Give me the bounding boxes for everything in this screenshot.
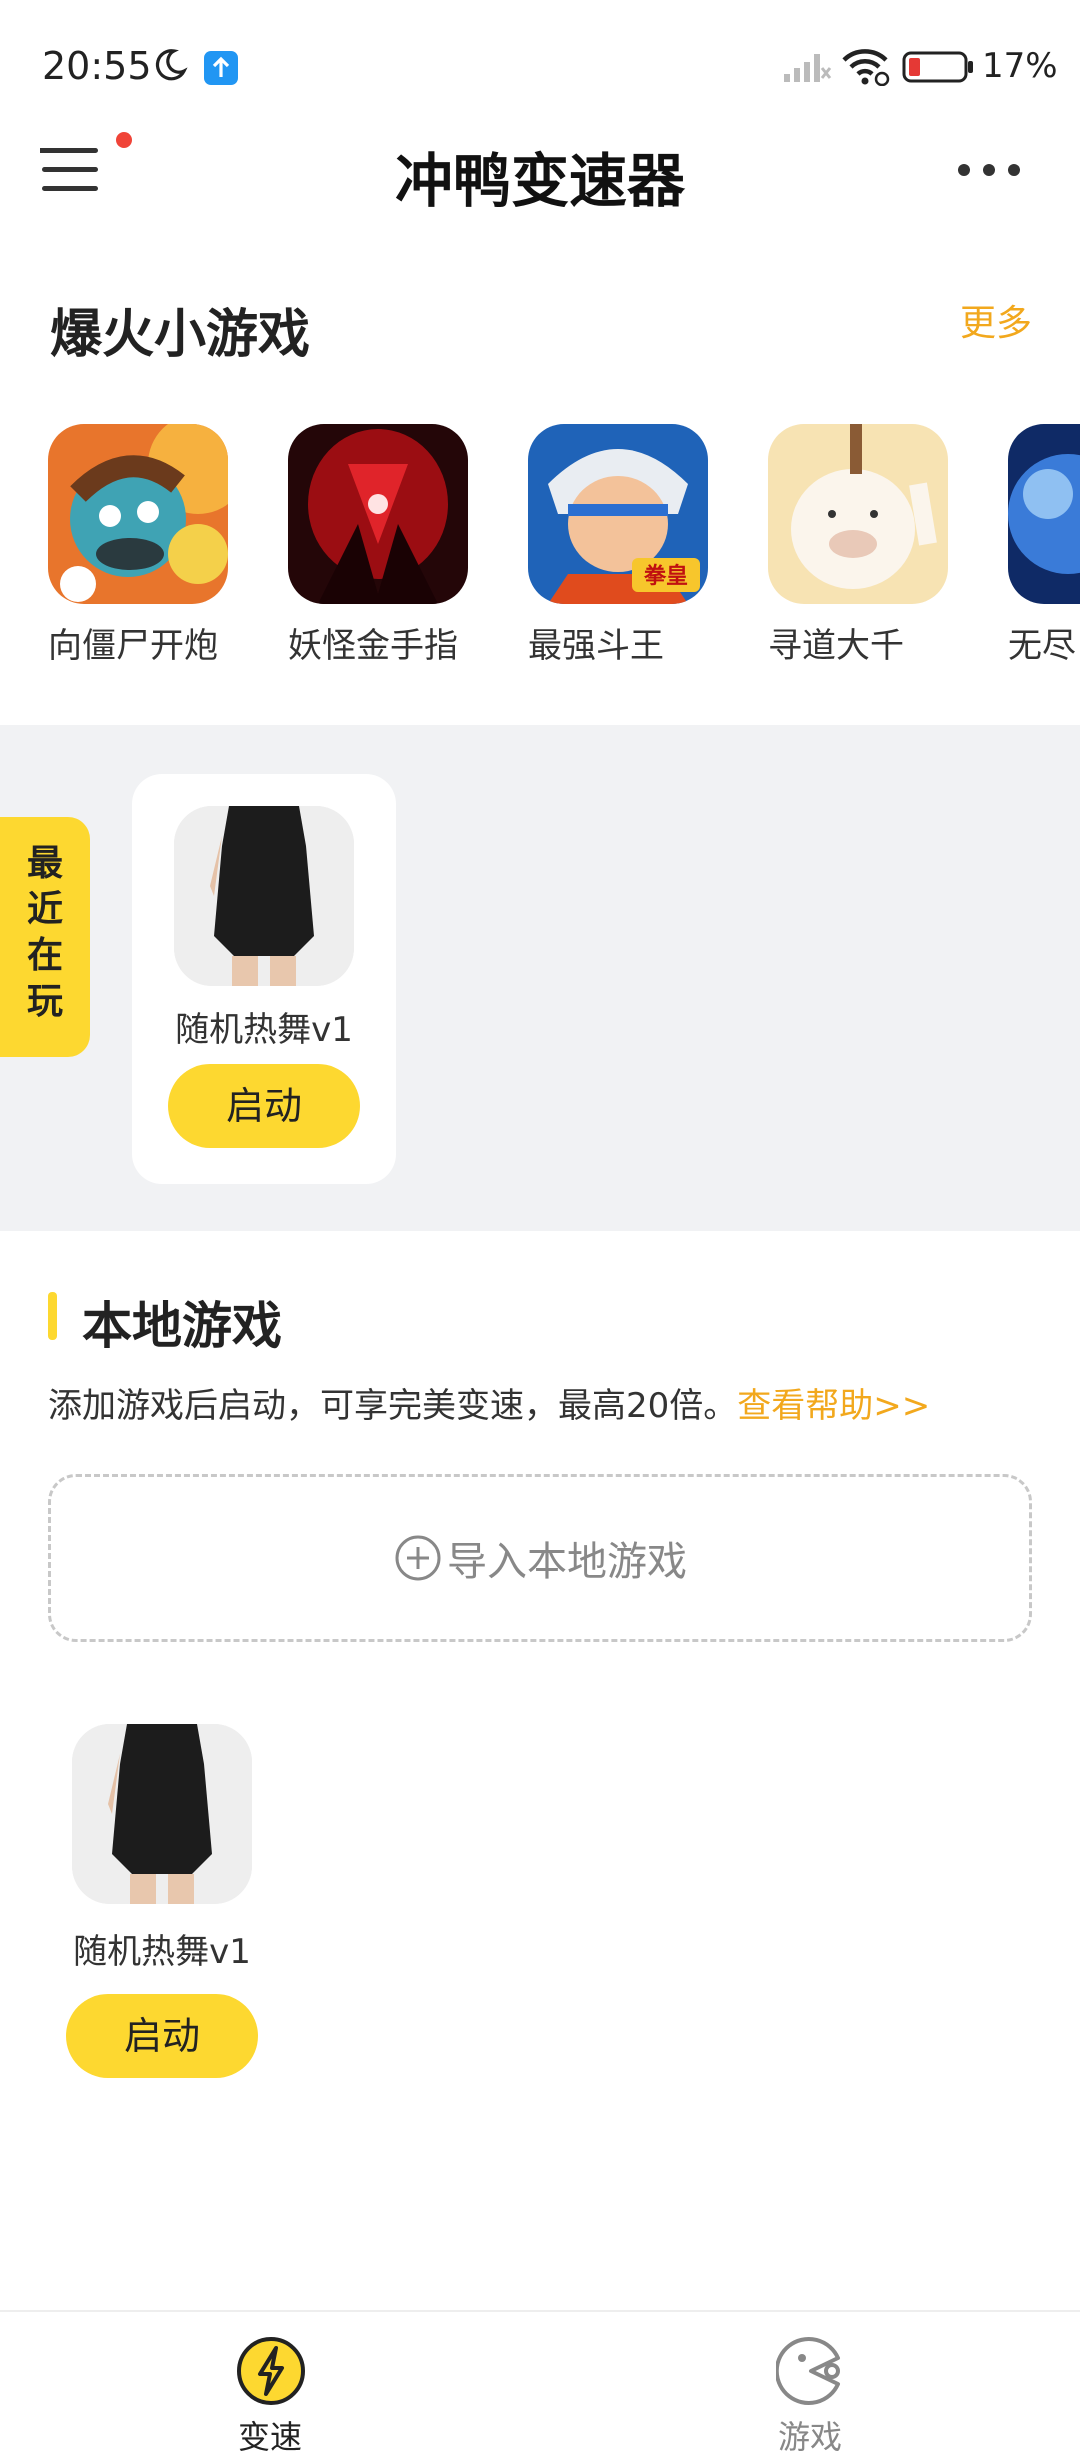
nav-label-speed: 变速 — [237, 2418, 302, 2456]
import-local-game-button[interactable]: 导入本地游戏 — [48, 1474, 1032, 1642]
local-games-description-text: 添加游戏后启动，可享完美变速，最高20倍。 — [48, 1386, 738, 1426]
status-time: 20:55 — [42, 44, 152, 88]
recent-game-name: 随机热舞v1 — [175, 1010, 353, 1050]
hot-game-item[interactable]: 寻道大千 — [768, 424, 968, 667]
status-bar: 20:55 17% — [0, 0, 1080, 130]
hot-games-list: 向僵尸开炮 妖怪金手指 拳皇 最强斗王 寻道大千 无尽 — [0, 424, 1080, 674]
game-icon-zombie — [48, 424, 228, 604]
local-games-title: 本地游戏 — [82, 1297, 282, 1355]
moon-icon — [155, 49, 188, 81]
hot-games-title: 爆火小游戏 — [50, 305, 311, 365]
nav-item-games[interactable]: 游戏 — [710, 2312, 910, 2460]
bottom-nav: 变速 游戏 — [0, 2310, 1080, 2460]
recent-tab[interactable]: 最近在玩 — [0, 817, 90, 1057]
hot-game-name: 最强斗王 — [528, 626, 664, 666]
battery-level: 17% — [982, 46, 1058, 86]
hot-game-item[interactable]: 拳皇 最强斗王 — [528, 424, 728, 667]
app-title: 冲鸭变速器 — [394, 147, 685, 215]
recent-tab-label: 最近在玩 — [26, 843, 63, 1022]
hot-games-more-link[interactable]: 更多 — [960, 294, 1032, 346]
local-game-name: 随机热舞v1 — [73, 1932, 251, 1972]
game-icon-pig — [768, 424, 948, 604]
recent-game-card[interactable]: 随机热舞v1 启动 — [132, 774, 396, 1184]
battery-icon — [902, 51, 973, 83]
game-icon-monster — [288, 424, 468, 604]
notification-icon — [204, 51, 238, 85]
game-icon-endless — [1008, 424, 1080, 604]
local-start-button[interactable]: 启动 — [66, 1994, 258, 2078]
svg-text:拳皇: 拳皇 — [643, 563, 688, 589]
game-icon-fighter: 拳皇 — [528, 424, 708, 604]
hot-game-item[interactable]: 妖怪金手指 — [288, 424, 488, 667]
hot-game-name: 寻道大千 — [768, 626, 904, 666]
nav-label-games: 游戏 — [777, 2418, 842, 2456]
hot-game-name: 妖怪金手指 — [288, 626, 458, 666]
more-icon[interactable] — [956, 155, 1022, 185]
lightning-icon — [237, 2337, 305, 2405]
wifi-icon — [842, 49, 890, 86]
recent-start-button[interactable]: 启动 — [168, 1064, 360, 1148]
hot-game-name: 无尽 — [1008, 626, 1076, 666]
hot-game-item[interactable]: 无尽 — [1008, 424, 1080, 667]
local-games-description: 添加游戏后启动，可享完美变速，最高20倍。查看帮助>> — [48, 1378, 930, 1427]
nav-item-speed[interactable]: 变速 — [170, 2312, 370, 2460]
signal-icon — [784, 54, 832, 82]
game-icon-dance[interactable] — [72, 1724, 252, 1904]
section-accent-bar — [48, 1292, 57, 1340]
game-icon-dance — [174, 806, 354, 986]
hot-game-name: 向僵尸开炮 — [48, 626, 218, 666]
hot-game-item[interactable]: 向僵尸开炮 — [48, 424, 248, 667]
help-link[interactable]: 查看帮助>> — [737, 1386, 930, 1426]
add-circle-icon — [395, 1535, 441, 1581]
game-icon — [776, 2337, 840, 2405]
import-label: 导入本地游戏 — [447, 1539, 687, 1585]
